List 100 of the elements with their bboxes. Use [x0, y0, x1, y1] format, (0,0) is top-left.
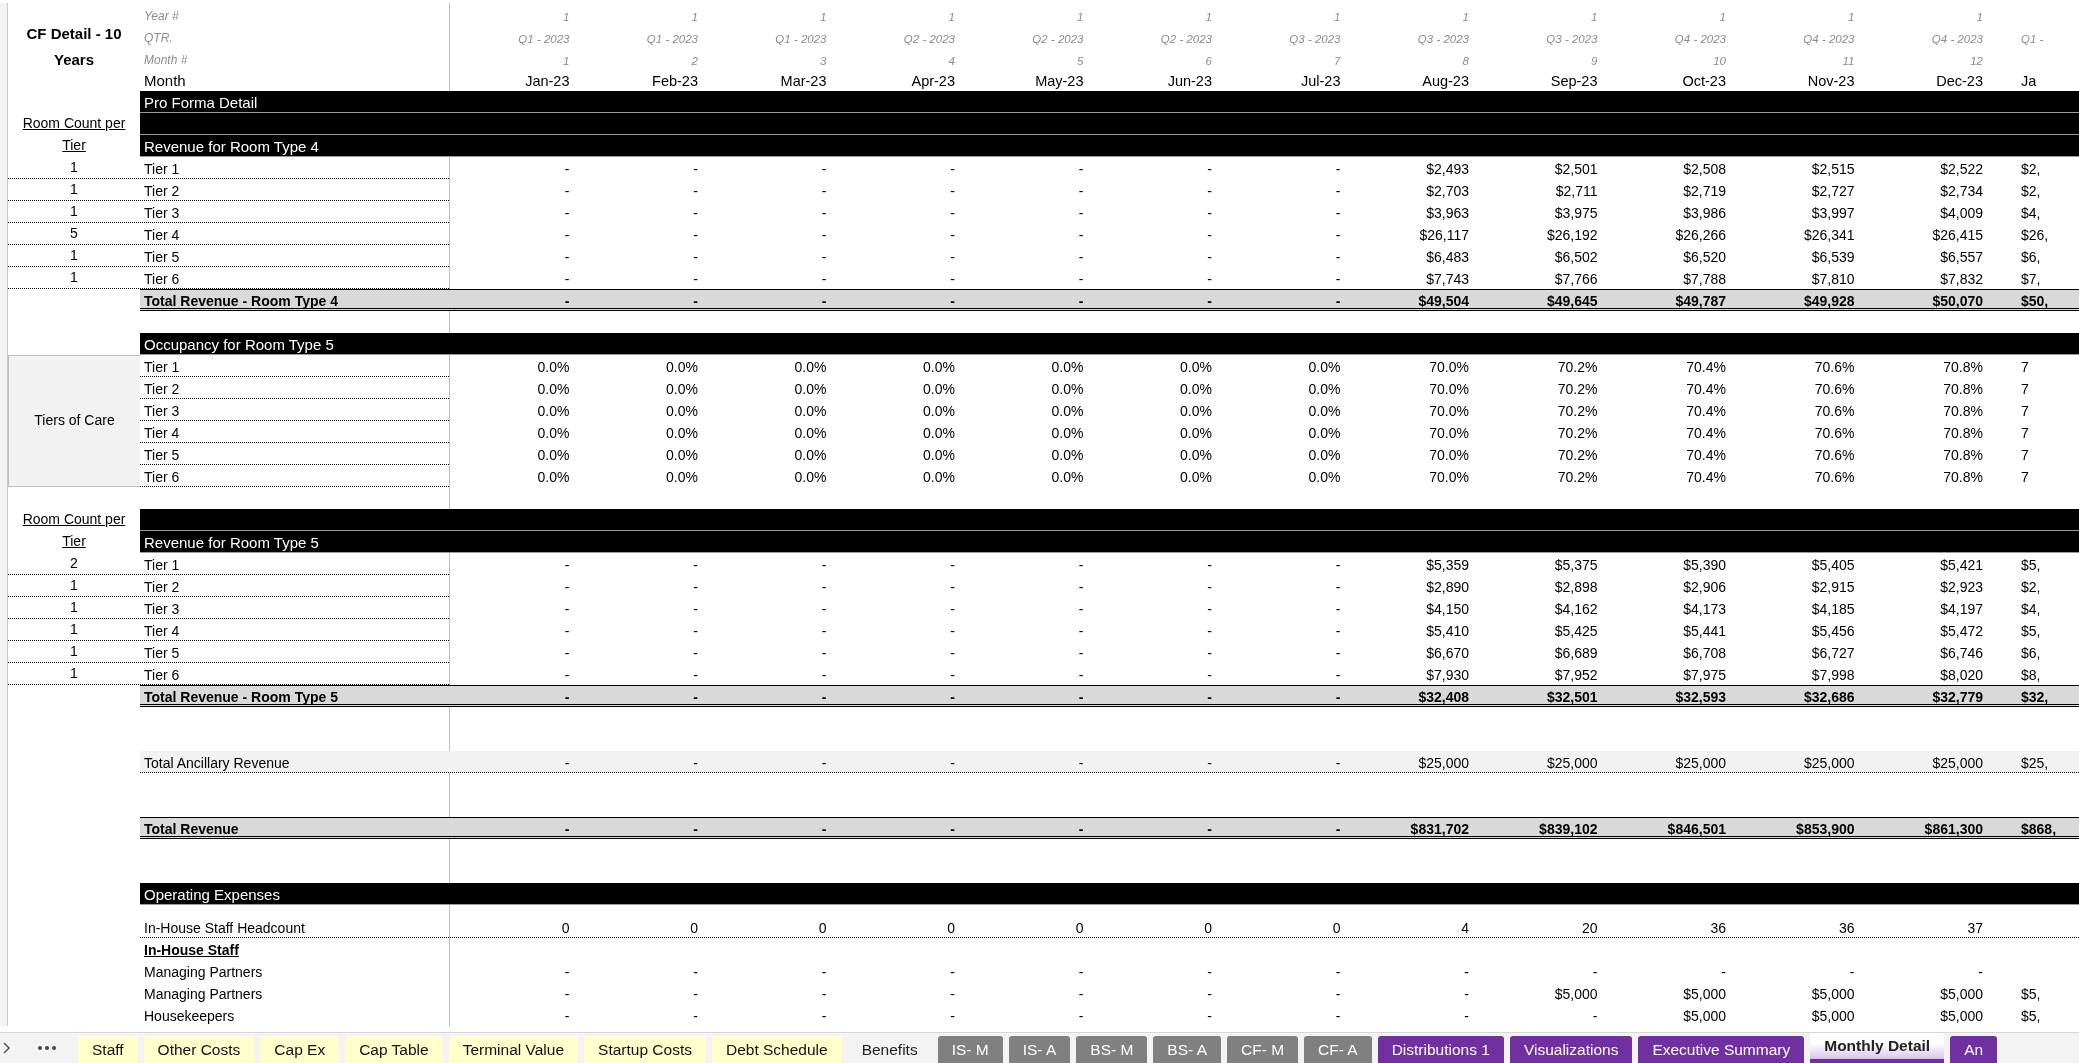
value-cell-text: $5,000	[1939, 985, 1984, 1004]
value-cell-text: -	[1077, 622, 1085, 641]
value-cell-text: -	[949, 688, 956, 707]
value-cell-text: -	[563, 182, 571, 201]
sheet-tab[interactable]: Visualizations	[1509, 1036, 1633, 1063]
value-cell-text: $7,743	[1425, 270, 1470, 289]
value-cell-text: 70.4%	[1685, 468, 1727, 487]
column-header-cell-text: 1	[1333, 10, 1342, 25]
value-cell-text: 7	[2020, 424, 2030, 443]
value-cell-text: $5,000	[1810, 985, 1856, 1004]
column-header-cell-text: 11	[1841, 54, 1856, 69]
value-cell-text: -	[1334, 292, 1342, 311]
value-cell-text: -	[1334, 578, 1342, 597]
value-cell-text: -	[692, 666, 699, 685]
value-cell-text: $32,	[2020, 688, 2050, 707]
value-cell-text: $26,341	[1802, 226, 1856, 245]
row-label: Tier 6	[143, 666, 181, 685]
value-cell-text: -	[1591, 963, 1599, 982]
value-cell-text: -	[692, 292, 699, 311]
value-cell-text: 0.0%	[1307, 446, 1342, 465]
column-header-cell-text: 1	[690, 10, 699, 25]
value-cell-text: -	[1720, 963, 1727, 982]
value-cell-text: -	[692, 688, 699, 707]
sheet-tab[interactable]: Monthly Detail	[1810, 1033, 1945, 1063]
column-header-cell-text: 1	[1718, 10, 1727, 25]
sheet-tab[interactable]: CF- A	[1304, 1036, 1372, 1063]
sheet-tab[interactable]: Terminal Value	[448, 1036, 579, 1063]
value-cell-text: 0.0%	[922, 402, 956, 421]
row-label: Tier 2	[143, 380, 181, 399]
value-cell-text: $25,000	[1931, 754, 1984, 773]
more-icon[interactable]	[36, 1045, 58, 1051]
value-cell-text: $25,000	[1674, 754, 1727, 773]
column-header-cell-text: Q2 - 2023	[902, 32, 956, 47]
row-label: Year #	[143, 8, 180, 25]
row-label: Tier 6	[143, 468, 181, 487]
value-cell-text: $4,197	[1939, 600, 1984, 619]
sheet-tab[interactable]: Cap Ex	[260, 1036, 340, 1063]
value-cell-text: 0.0%	[665, 424, 699, 443]
column-header-cell-text: 1	[1847, 10, 1856, 25]
value-cell-text: $5,	[2020, 1007, 2042, 1026]
sheet-tab[interactable]: IS- A	[1008, 1036, 1071, 1063]
chevron-right-icon[interactable]	[2, 1040, 12, 1056]
sheet-tab[interactable]: Other Costs	[143, 1036, 255, 1063]
column-header-cell-text: Q4 - 2023	[1930, 32, 1984, 47]
column-header-cell-text: 1	[1975, 10, 1984, 25]
value-cell-text: $5,000	[1553, 985, 1599, 1004]
value-cell-text: $6,	[2020, 248, 2042, 267]
sheet-tab[interactable]: Executive Summary	[1638, 1036, 1805, 1063]
value-cell-text: $26,266	[1674, 226, 1727, 245]
sheet-tab[interactable]: Staff	[78, 1036, 138, 1063]
sheet-tab[interactable]: IS- M	[937, 1036, 1003, 1063]
column-header-cell-text: Q4 - 2023	[1673, 32, 1727, 47]
column-header-cell-text: Apr-23	[910, 72, 956, 91]
row-label: Tier 1	[143, 556, 181, 575]
sheet-tab[interactable]: CF- M	[1227, 1036, 1299, 1063]
value-cell-text: -	[820, 578, 828, 597]
value-cell-text: $2,522	[1939, 160, 1984, 179]
value-cell-text: 70.4%	[1685, 446, 1727, 465]
value-cell-text: $7,998	[1810, 666, 1856, 685]
value-cell-text: $2,906	[1682, 578, 1727, 597]
sheet-tab[interactable]: Benefits	[847, 1036, 932, 1063]
value-cell-text: $2,915	[1810, 578, 1856, 597]
value-cell-text: 0.0%	[1307, 424, 1342, 443]
value-cell-text: -	[820, 160, 828, 179]
value-cell-text: -	[820, 820, 828, 839]
value-cell-text: -	[1206, 182, 1213, 201]
column-header-cell-text: Aug-23	[1421, 72, 1470, 91]
sheet-tab[interactable]: Cap Table	[345, 1036, 443, 1063]
row-label: Month #	[143, 52, 189, 69]
value-cell-text: -	[692, 622, 699, 641]
value-cell-text: 70.0%	[1428, 402, 1470, 421]
value-cell-text: $2,898	[1553, 578, 1599, 597]
sheet-tab[interactable]: BS- M	[1076, 1036, 1148, 1063]
value-cell-text: 36	[1709, 919, 1727, 938]
value-cell-text: -	[820, 754, 828, 773]
value-cell-text: -	[1206, 600, 1213, 619]
section-title: Occupancy for Room Type 5	[143, 335, 335, 355]
value-cell-text: $49,787	[1674, 292, 1727, 311]
value-cell-text: -	[1077, 1007, 1085, 1026]
sheet-tab[interactable]: BS- A	[1153, 1036, 1221, 1063]
value-cell-text: $5,410	[1425, 622, 1470, 641]
value-cell-text: 0.0%	[1050, 380, 1085, 399]
row-label: Tier 5	[143, 248, 181, 267]
value-cell-text: $49,645	[1545, 292, 1599, 311]
value-cell-text: 0.0%	[793, 468, 828, 487]
sheet-tab[interactable]: An	[1950, 1036, 1998, 1063]
column-header-cell-text: Jul-23	[1300, 72, 1342, 91]
value-cell-text: -	[1077, 204, 1085, 223]
value-cell-text: 0.0%	[1179, 446, 1213, 465]
value-cell-text: -	[1334, 644, 1342, 663]
sheet-tab[interactable]: Debt Schedule	[711, 1036, 842, 1063]
value-cell-text: $6,708	[1682, 644, 1727, 663]
sheet-tab[interactable]: Startup Costs	[584, 1036, 706, 1063]
value-cell-text: -	[1077, 963, 1085, 982]
column-header-cell-text: 8	[1461, 54, 1470, 69]
value-cell-text: -	[949, 248, 956, 267]
value-cell-text: 70.8%	[1942, 424, 1984, 443]
sheet-tab[interactable]: Distributions 1	[1377, 1036, 1504, 1063]
row-label: Tier 4	[143, 424, 181, 443]
value-cell-text: 70.6%	[1813, 358, 1856, 377]
